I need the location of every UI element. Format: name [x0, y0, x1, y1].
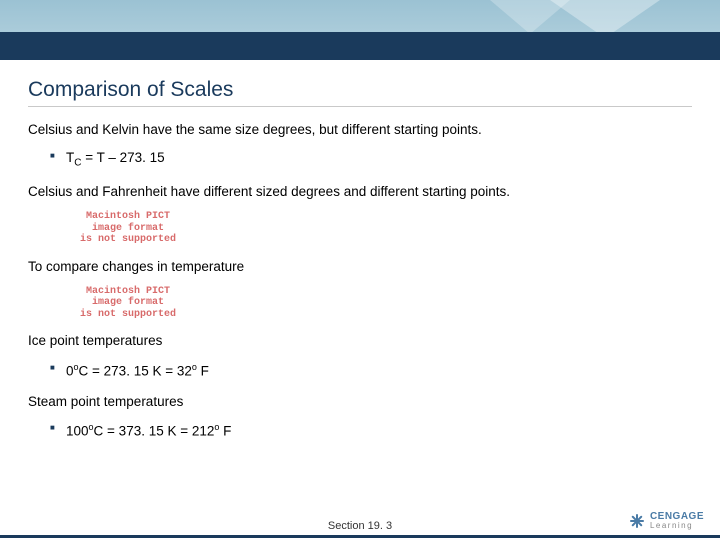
cengage-logo: CENGAGE Learning: [628, 512, 704, 530]
title-underline: [28, 106, 692, 107]
slide-title: Comparison of Scales: [28, 78, 692, 102]
footer-section-label: Section 19. 3: [0, 520, 720, 532]
header-triangle-decor: [490, 0, 570, 34]
equation-text: F: [219, 424, 231, 439]
paragraph: Steam point temperatures: [28, 393, 692, 411]
equation-text: = T – 273. 15: [81, 150, 164, 165]
slide-content: Comparison of Scales Celsius and Kelvin …: [0, 60, 720, 442]
paragraph: Celsius and Kelvin have the same size de…: [28, 121, 692, 139]
equation-text: F: [197, 363, 209, 378]
paragraph: Celsius and Fahrenheit have different si…: [28, 183, 692, 201]
bullet-item: TC = T – 273. 15: [50, 149, 692, 171]
equation-text: 0: [66, 363, 74, 378]
pict-line: is not supported: [58, 234, 198, 246]
pict-line: image format: [58, 297, 198, 309]
bullet-item: 100oC = 373. 15 K = 212o F: [50, 421, 692, 441]
logo-text: CENGAGE Learning: [650, 512, 704, 530]
equation-text: C = 273. 15 K = 32: [79, 363, 192, 378]
bullet-list: 0oC = 273. 15 K = 32o F: [50, 361, 692, 381]
paragraph: To compare changes in temperature: [28, 258, 692, 276]
logo-burst-icon: [628, 512, 646, 530]
equation-text: 100: [66, 424, 89, 439]
pict-line: Macintosh PICT: [58, 286, 198, 298]
bullet-item: 0oC = 273. 15 K = 32o F: [50, 361, 692, 381]
pict-line: is not supported: [58, 309, 198, 321]
paragraph: Ice point temperatures: [28, 332, 692, 350]
footer-line: [0, 535, 720, 538]
equation-text: T: [66, 150, 74, 165]
header-band: [0, 0, 720, 60]
pict-line: image format: [58, 223, 198, 235]
bullet-list: 100oC = 373. 15 K = 212o F: [50, 421, 692, 441]
pict-placeholder: Macintosh PICT image format is not suppo…: [58, 211, 198, 246]
logo-tagline: Learning: [650, 522, 704, 530]
equation-text: C = 373. 15 K = 212: [94, 424, 215, 439]
pict-placeholder: Macintosh PICT image format is not suppo…: [58, 286, 198, 321]
pict-line: Macintosh PICT: [58, 211, 198, 223]
bullet-list: TC = T – 273. 15: [50, 149, 692, 171]
